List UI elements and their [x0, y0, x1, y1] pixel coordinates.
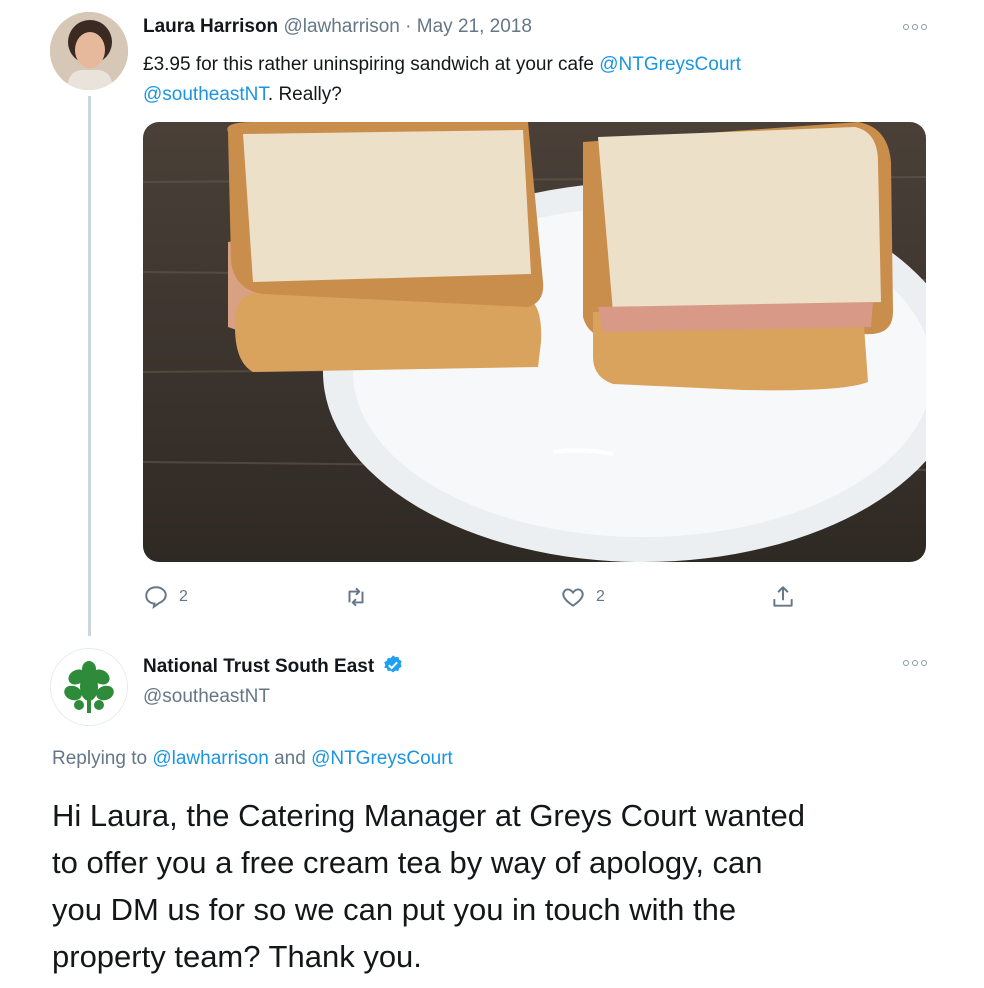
avatar[interactable] — [50, 12, 128, 90]
verified-badge-icon — [383, 655, 402, 673]
oak-leaf-logo-icon — [64, 661, 114, 713]
mention-link[interactable]: @southeastNT — [143, 84, 268, 105]
mention-link[interactable]: @lawharrison — [152, 748, 268, 769]
tweet-photo[interactable] — [143, 122, 926, 562]
reply-header: National Trust South East — [143, 654, 404, 678]
like-action[interactable]: 2 — [560, 584, 605, 610]
tweet-date[interactable]: May 21, 2018 — [417, 16, 532, 37]
reply-count: 2 — [179, 588, 188, 605]
like-icon — [562, 588, 584, 607]
sandwich-photo — [143, 122, 926, 562]
author-name[interactable]: National Trust South East — [143, 656, 374, 677]
replying-to: Replying to @lawharrison and @NTGreysCou… — [52, 748, 453, 769]
share-icon — [773, 586, 793, 607]
reply-text: Hi Laura, the Catering Manager at Greys … — [52, 798, 805, 974]
mention-link[interactable]: @NTGreysCourt — [311, 748, 453, 769]
reply-action[interactable]: 2 — [143, 584, 188, 610]
mention-link[interactable]: @NTGreysCourt — [599, 54, 741, 75]
share-action[interactable] — [770, 584, 796, 610]
reply-icon — [145, 586, 167, 609]
more-icon[interactable] — [903, 22, 929, 32]
retweet-icon — [348, 587, 364, 607]
thread-line — [88, 96, 91, 636]
avatar[interactable] — [50, 648, 128, 726]
author-name[interactable]: Laura Harrison — [143, 16, 278, 37]
tweet-text: £3.95 for this rather uninspiring sandwi… — [143, 54, 742, 105]
tweet-header: Laura Harrison @lawharrison · May 21, 20… — [143, 16, 532, 38]
like-count: 2 — [596, 588, 605, 605]
more-icon[interactable] — [903, 658, 929, 668]
author-handle[interactable]: @lawharrison — [283, 16, 399, 37]
author-handle[interactable]: @southeastNT — [143, 686, 270, 708]
retweet-action[interactable] — [343, 584, 369, 610]
separator: · — [405, 16, 412, 37]
